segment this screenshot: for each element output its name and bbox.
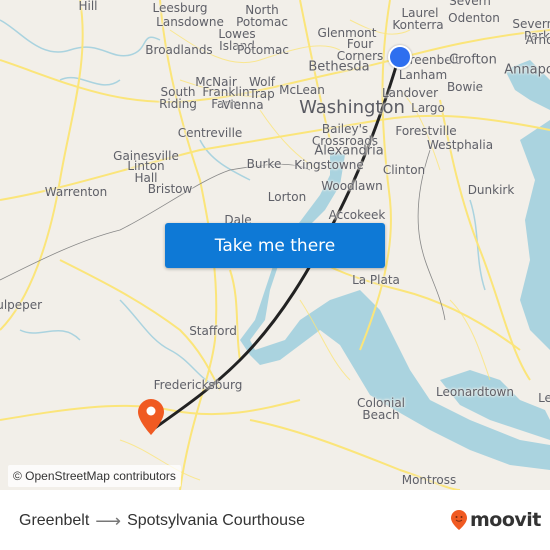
- place-label: South Riding: [159, 85, 197, 111]
- place-label: Burke: [246, 157, 282, 171]
- moovit-pin-icon: [451, 510, 467, 530]
- place-label: Arnold: [525, 33, 550, 47]
- place-label: Wolf Trap: [248, 75, 276, 101]
- place-label: Leesburg: [152, 1, 208, 15]
- origin-marker[interactable]: [388, 45, 412, 69]
- place-label: Alexandria: [314, 143, 384, 159]
- destination-name: Spotsylvania Courthouse: [127, 512, 305, 529]
- origin-name: Greenbelt: [19, 512, 90, 529]
- place-label: Largo: [411, 101, 445, 115]
- place-label: Colonial Beach: [356, 396, 406, 422]
- place-label: Severn: [449, 0, 491, 8]
- place-label: Annapolis: [504, 62, 550, 78]
- place-label: Broadlands: [145, 43, 213, 57]
- place-label: La Plata: [352, 273, 400, 287]
- take-me-there-button[interactable]: Take me there: [165, 223, 385, 268]
- place-label: Crofton: [449, 52, 497, 68]
- place-label: Four Corners: [336, 37, 384, 63]
- brand-name: moovit: [470, 509, 541, 531]
- place-label: Konterra: [392, 18, 444, 32]
- place-label: Bowie: [446, 80, 484, 94]
- chesapeake-bay: [520, 120, 550, 350]
- place-label: Le: [538, 391, 550, 405]
- place-label: Montross: [401, 473, 457, 487]
- place-label: North Potomac: [236, 3, 288, 29]
- place-label: Lansdowne: [156, 15, 224, 29]
- arrow-right-icon: ⟶: [95, 511, 122, 531]
- place-label: Hill: [78, 0, 98, 13]
- place-label: Lorton: [267, 190, 307, 204]
- place-label: Linton Hall: [127, 159, 165, 185]
- place-label: Accokeek: [328, 208, 386, 222]
- place-label: Leonardtown: [436, 385, 514, 399]
- route-title: Greenbelt ⟶ Spotsylvania Courthouse: [19, 512, 305, 530]
- place-label: Centreville: [177, 126, 243, 140]
- place-label: Bristow: [147, 182, 193, 196]
- place-label: Kingstowne: [294, 158, 364, 172]
- place-label: Westphalia: [426, 138, 494, 152]
- place-label: Dunkirk: [467, 183, 515, 197]
- map-attribution[interactable]: © OpenStreetMap contributors: [8, 465, 181, 487]
- place-label: Bethesda: [308, 59, 370, 75]
- place-label: Clinton: [382, 163, 426, 177]
- moovit-logo[interactable]: moovit: [450, 509, 541, 531]
- place-label: McLean: [279, 83, 325, 97]
- map-pin-icon[interactable]: [137, 398, 165, 436]
- place-label: Fredericksburg: [153, 378, 243, 392]
- place-label: Stafford: [189, 324, 237, 338]
- place-label: Vienna: [222, 98, 264, 112]
- place-label: Lanham: [398, 68, 448, 82]
- place-label: Odenton: [448, 11, 500, 25]
- place-label: Culpeper: [0, 298, 43, 312]
- place-label: Forestville: [395, 124, 457, 138]
- map-view[interactable]: Hill Leesburg Lansdowne North Potomac Broadla…: [0, 0, 550, 490]
- place-label: Washington: [299, 97, 405, 118]
- place-label: Warrenton: [44, 185, 108, 199]
- place-label: Woodlawn: [321, 179, 383, 193]
- place-label: Potomac: [237, 43, 289, 57]
